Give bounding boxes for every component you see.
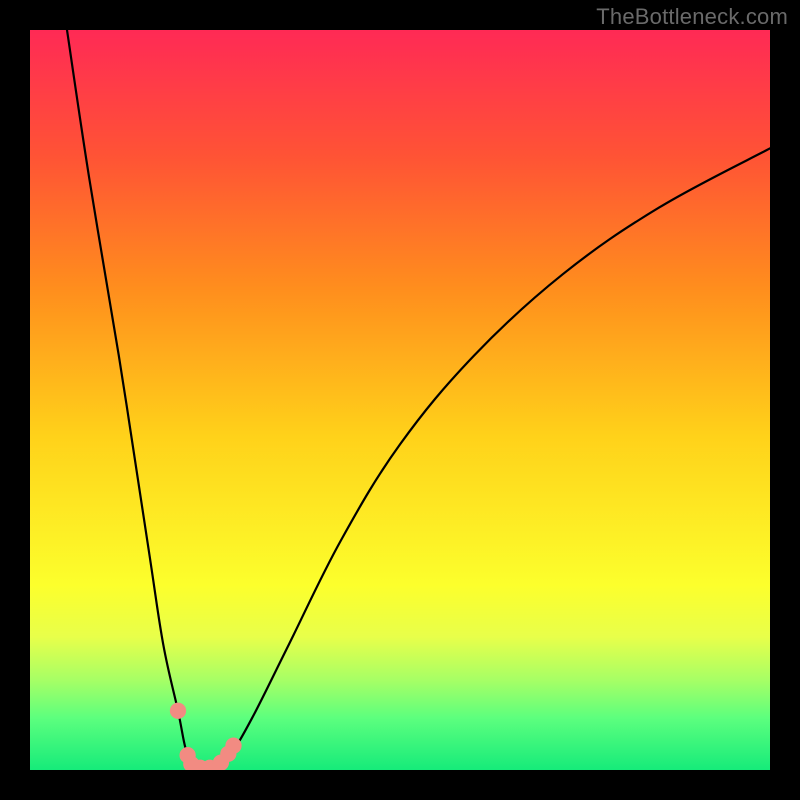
marker-dot (170, 703, 186, 719)
marker-group (170, 703, 242, 770)
watermark-text: TheBottleneck.com (596, 4, 788, 30)
bottleneck-curve (67, 30, 770, 770)
chart-stage: TheBottleneck.com (0, 0, 800, 800)
curve-layer (30, 30, 770, 770)
marker-dot (225, 737, 241, 753)
plot-area (30, 30, 770, 770)
